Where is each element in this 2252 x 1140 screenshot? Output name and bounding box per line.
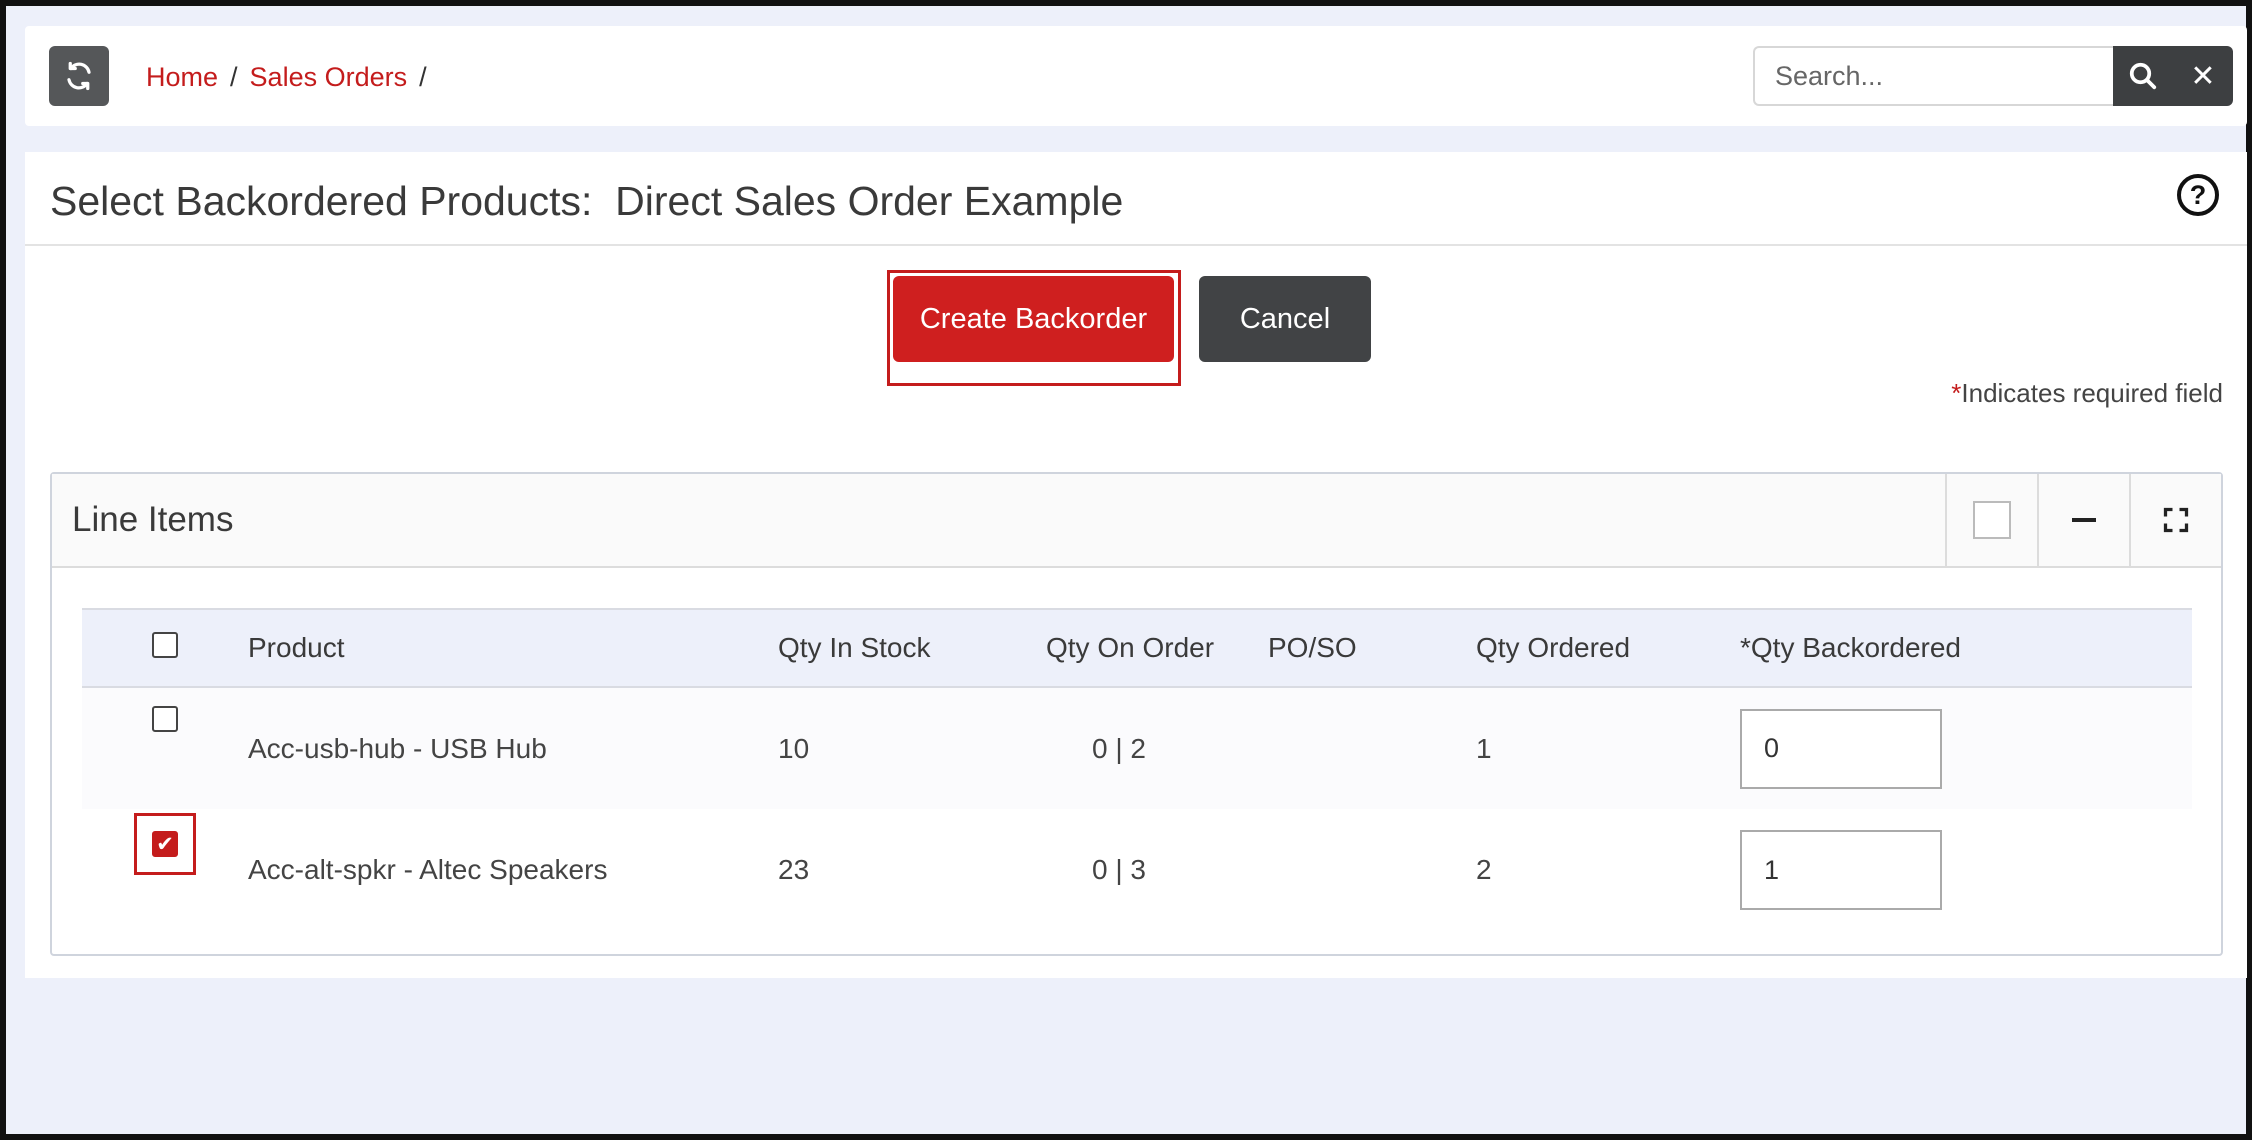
table-header-row: Product Qty In Stock Qty On Order PO/SO …	[82, 609, 2192, 687]
cell-po-so	[1268, 809, 1476, 931]
main-content: Select Backordered Products: Direct Sale…	[25, 152, 2247, 978]
panel-header: Line Items	[52, 474, 2221, 568]
row-select-cell	[82, 687, 248, 809]
cell-qty-backordered	[1740, 809, 2192, 931]
expand-panel-button[interactable]	[2129, 474, 2221, 566]
cell-qty-in-stock: 10	[778, 732, 810, 764]
required-note-text: Indicates required field	[1961, 378, 2223, 408]
breadcrumb-sales-orders-link[interactable]: Sales Orders	[250, 62, 408, 93]
fullscreen-icon	[2163, 507, 2189, 533]
panel-title: Line Items	[72, 500, 234, 539]
breadcrumb-separator: /	[230, 62, 238, 92]
search-icon	[2129, 62, 2157, 90]
cell-product: Acc-alt-spkr - Altec Speakers	[248, 854, 608, 885]
action-bar: Create Backorder Cancel	[25, 268, 2247, 386]
checkmark-icon: ✔	[156, 832, 174, 856]
close-icon: ✕	[2190, 59, 2216, 93]
row-checkbox[interactable]: ✔	[152, 831, 178, 857]
row-select-cell: ✔	[82, 809, 248, 931]
app-frame: Home / Sales Orders / ✕ Select Backorder…	[0, 0, 2252, 1140]
select-all-checkbox[interactable]	[152, 631, 178, 658]
header-po-so[interactable]: PO/SO	[1268, 609, 1476, 687]
refresh-icon	[67, 61, 91, 91]
search-group: ✕	[1753, 46, 2233, 106]
cell-qty-ordered: 2	[1476, 854, 1492, 885]
search-input[interactable]	[1753, 46, 2113, 106]
line-items-panel: Line Items Product Qty In Stock Qty On O…	[50, 472, 2223, 956]
square-icon	[1973, 501, 2011, 539]
help-icon[interactable]: ?	[2177, 174, 2219, 216]
select-all-cell	[82, 609, 248, 687]
line-items-table: Product Qty In Stock Qty On Order PO/SO …	[82, 608, 2192, 931]
checkbox-highlight: ✔	[134, 813, 196, 875]
page-title: Select Backordered Products: Direct Sale…	[50, 178, 1124, 224]
qty-backordered-input[interactable]	[1740, 708, 1942, 789]
top-bar: Home / Sales Orders / ✕	[25, 26, 2247, 126]
clear-search-button[interactable]: ✕	[2173, 46, 2233, 106]
header-product[interactable]: Product	[248, 609, 778, 687]
search-button[interactable]	[2113, 46, 2173, 106]
cell-qty-backordered	[1740, 687, 2192, 809]
breadcrumb-home-link[interactable]: Home	[146, 62, 218, 93]
cell-qty-on-order: 0 | 2	[1092, 732, 1146, 764]
header-qty-ordered[interactable]: Qty Ordered	[1476, 609, 1740, 687]
required-field-note: *Indicates required field	[1951, 378, 2223, 409]
table-row: Acc-usb-hub - USB Hub 10 0 | 2 1	[82, 687, 2192, 809]
breadcrumb: Home / Sales Orders /	[146, 62, 427, 93]
header-qty-on-order[interactable]: Qty On Order	[1046, 609, 1268, 687]
row-checkbox-wrap	[152, 706, 178, 739]
required-star: *	[1951, 378, 1962, 408]
cell-qty-ordered: 1	[1476, 732, 1492, 764]
cell-qty-in-stock: 23	[778, 854, 810, 885]
qty-backordered-input[interactable]	[1740, 830, 1942, 910]
cell-qty-on-order: 0 | 3	[1092, 854, 1146, 885]
table-row: ✔ Acc-alt-spkr - Altec Speakers 23 0 | 3…	[82, 809, 2192, 931]
panel-toggle-button[interactable]	[1945, 474, 2037, 566]
header-qty-backordered[interactable]: *Qty Backordered	[1740, 609, 2192, 687]
page-title-row: Select Backordered Products: Direct Sale…	[25, 152, 2247, 246]
collapse-panel-button[interactable]	[2037, 474, 2129, 566]
cell-product: Acc-usb-hub - USB Hub	[248, 732, 547, 764]
breadcrumb-separator: /	[419, 62, 427, 92]
refresh-button[interactable]	[49, 46, 109, 106]
cancel-button[interactable]: Cancel	[1199, 276, 1371, 362]
minus-icon	[2072, 518, 2096, 522]
create-backorder-button[interactable]: Create Backorder	[893, 276, 1174, 362]
help-icon-label: ?	[2189, 179, 2207, 210]
row-checkbox[interactable]	[152, 706, 178, 732]
cell-po-so	[1268, 687, 1476, 809]
header-qty-in-stock[interactable]: Qty In Stock	[778, 609, 1046, 687]
